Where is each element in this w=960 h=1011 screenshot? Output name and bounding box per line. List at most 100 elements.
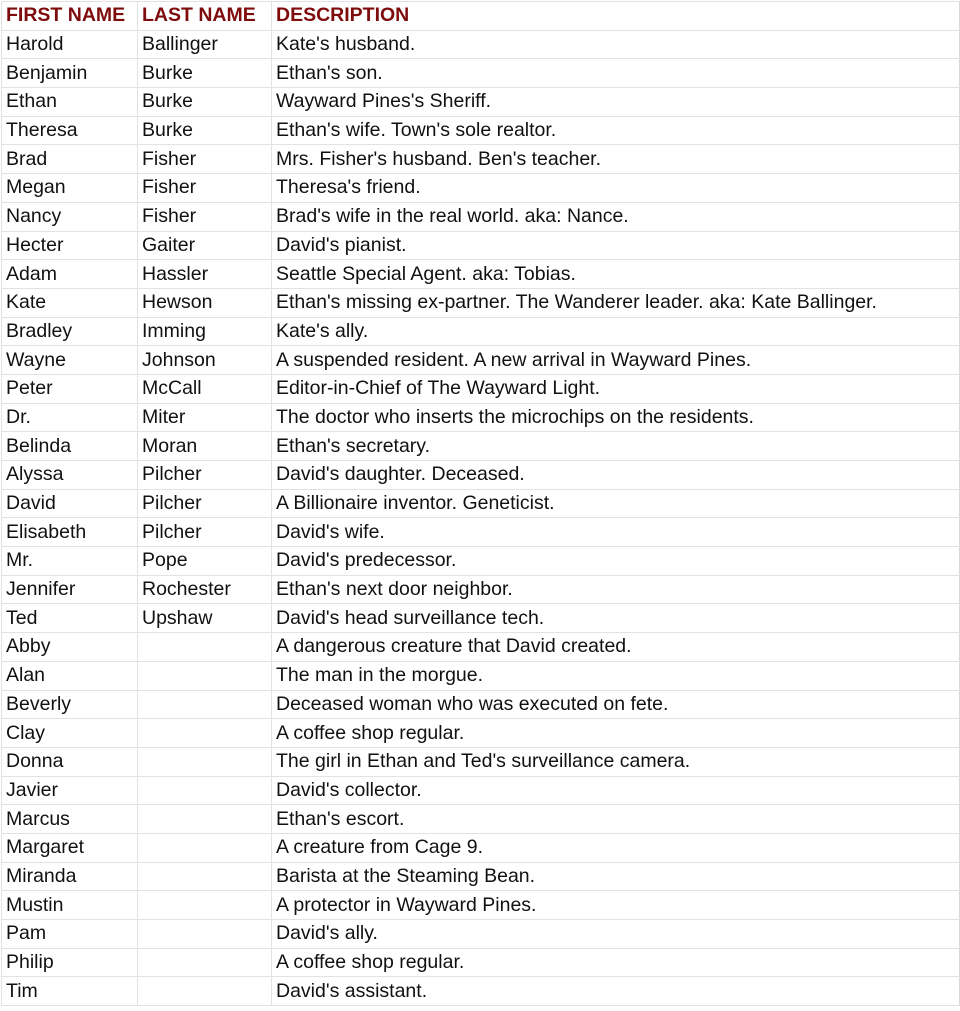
description-cell[interactable]: The girl in Ethan and Ted's surveillance… [271, 746, 960, 777]
last-name-cell[interactable] [137, 775, 272, 806]
description-cell[interactable]: Ethan's son. [271, 58, 960, 89]
last-name-cell[interactable]: Pilcher [137, 488, 272, 519]
description-cell[interactable]: A protector in Wayward Pines. [271, 890, 960, 920]
description-cell[interactable]: David's head surveillance tech. [271, 603, 960, 634]
last-name-cell[interactable]: Upshaw [137, 603, 272, 634]
header-first-name[interactable]: FIRST NAME [1, 1, 138, 31]
description-cell[interactable]: David's predecessor. [271, 546, 960, 576]
last-name-cell[interactable]: Burke [137, 115, 272, 146]
description-cell[interactable]: The doctor who inserts the microchips on… [271, 402, 960, 433]
last-name-cell[interactable]: Pope [137, 546, 272, 576]
first-name-cell[interactable]: Mustin [1, 890, 138, 920]
last-name-cell[interactable]: Rochester [137, 574, 272, 605]
first-name-cell[interactable]: Pam [1, 919, 138, 949]
description-cell[interactable]: David's pianist. [271, 230, 960, 261]
last-name-cell[interactable]: Fisher [137, 144, 272, 175]
description-cell[interactable]: A dangerous creature that David created. [271, 632, 960, 662]
first-name-cell[interactable]: Megan [1, 173, 138, 203]
first-name-cell[interactable]: Margaret [1, 832, 138, 863]
description-cell[interactable]: Seattle Special Agent. aka: Tobias. [271, 259, 960, 289]
description-cell[interactable]: Ethan's secretary. [271, 431, 960, 461]
first-name-cell[interactable]: Ted [1, 603, 138, 634]
first-name-cell[interactable]: Beverly [1, 689, 138, 720]
first-name-cell[interactable]: Belinda [1, 431, 138, 461]
last-name-cell[interactable] [137, 632, 272, 662]
last-name-cell[interactable] [137, 947, 272, 978]
last-name-cell[interactable]: Hewson [137, 287, 272, 318]
description-cell[interactable]: A coffee shop regular. [271, 718, 960, 748]
description-cell[interactable]: Kate's husband. [271, 29, 960, 60]
last-name-cell[interactable]: Johnson [137, 345, 272, 375]
first-name-cell[interactable]: David [1, 488, 138, 519]
description-cell[interactable]: A suspended resident. A new arrival in W… [271, 345, 960, 375]
last-name-cell[interactable] [137, 919, 272, 949]
description-cell[interactable]: Kate's ally. [271, 316, 960, 347]
first-name-cell[interactable]: Donna [1, 746, 138, 777]
first-name-cell[interactable]: Marcus [1, 804, 138, 834]
last-name-cell[interactable]: Hassler [137, 259, 272, 289]
header-description[interactable]: DESCRIPTION [271, 1, 960, 31]
description-cell[interactable]: Deceased woman who was executed on fete. [271, 689, 960, 720]
first-name-cell[interactable]: Benjamin [1, 58, 138, 89]
first-name-cell[interactable]: Theresa [1, 115, 138, 146]
last-name-cell[interactable] [137, 804, 272, 834]
description-cell[interactable]: A creature from Cage 9. [271, 832, 960, 863]
first-name-cell[interactable]: Javier [1, 775, 138, 806]
first-name-cell[interactable]: Harold [1, 29, 138, 60]
description-cell[interactable]: Editor-in-Chief of The Wayward Light. [271, 373, 960, 404]
description-cell[interactable]: A Billionaire inventor. Geneticist. [271, 488, 960, 519]
first-name-cell[interactable]: Bradley [1, 316, 138, 347]
first-name-cell[interactable]: Hecter [1, 230, 138, 261]
last-name-cell[interactable] [137, 718, 272, 748]
last-name-cell[interactable] [137, 861, 272, 892]
description-cell[interactable]: David's daughter. Deceased. [271, 460, 960, 490]
description-cell[interactable]: David's ally. [271, 919, 960, 949]
description-cell[interactable]: The man in the morgue. [271, 660, 960, 691]
first-name-cell[interactable]: Alyssa [1, 460, 138, 490]
last-name-cell[interactable]: Imming [137, 316, 272, 347]
last-name-cell[interactable]: Pilcher [137, 517, 272, 548]
description-cell[interactable]: Brad's wife in the real world. aka: Nanc… [271, 201, 960, 232]
first-name-cell[interactable]: Clay [1, 718, 138, 748]
description-cell[interactable]: A coffee shop regular. [271, 947, 960, 978]
first-name-cell[interactable]: Peter [1, 373, 138, 404]
last-name-cell[interactable]: Burke [137, 58, 272, 89]
first-name-cell[interactable]: Dr. [1, 402, 138, 433]
last-name-cell[interactable]: Miter [137, 402, 272, 433]
description-cell[interactable]: Ethan's next door neighbor. [271, 574, 960, 605]
last-name-cell[interactable] [137, 660, 272, 691]
description-cell[interactable]: Barista at the Steaming Bean. [271, 861, 960, 892]
last-name-cell[interactable]: Burke [137, 87, 272, 117]
description-cell[interactable]: Ethan's escort. [271, 804, 960, 834]
description-cell[interactable]: David's assistant. [271, 976, 960, 1007]
first-name-cell[interactable]: Miranda [1, 861, 138, 892]
last-name-cell[interactable]: Fisher [137, 201, 272, 232]
description-cell[interactable]: Mrs. Fisher's husband. Ben's teacher. [271, 144, 960, 175]
first-name-cell[interactable]: Kate [1, 287, 138, 318]
last-name-cell[interactable]: Moran [137, 431, 272, 461]
description-cell[interactable]: David's collector. [271, 775, 960, 806]
description-cell[interactable]: Ethan's missing ex-partner. The Wanderer… [271, 287, 960, 318]
first-name-cell[interactable]: Philip [1, 947, 138, 978]
last-name-cell[interactable]: Ballinger [137, 29, 272, 60]
last-name-cell[interactable] [137, 890, 272, 920]
last-name-cell[interactable]: Pilcher [137, 460, 272, 490]
first-name-cell[interactable]: Ethan [1, 87, 138, 117]
last-name-cell[interactable]: McCall [137, 373, 272, 404]
last-name-cell[interactable] [137, 976, 272, 1007]
first-name-cell[interactable]: Adam [1, 259, 138, 289]
description-cell[interactable]: Theresa's friend. [271, 173, 960, 203]
last-name-cell[interactable] [137, 832, 272, 863]
first-name-cell[interactable]: Wayne [1, 345, 138, 375]
first-name-cell[interactable]: Abby [1, 632, 138, 662]
description-cell[interactable]: Wayward Pines's Sheriff. [271, 87, 960, 117]
first-name-cell[interactable]: Alan [1, 660, 138, 691]
first-name-cell[interactable]: Mr. [1, 546, 138, 576]
description-cell[interactable]: David's wife. [271, 517, 960, 548]
last-name-cell[interactable] [137, 689, 272, 720]
description-cell[interactable]: Ethan's wife. Town's sole realtor. [271, 115, 960, 146]
first-name-cell[interactable]: Jennifer [1, 574, 138, 605]
first-name-cell[interactable]: Tim [1, 976, 138, 1007]
last-name-cell[interactable]: Fisher [137, 173, 272, 203]
last-name-cell[interactable] [137, 746, 272, 777]
